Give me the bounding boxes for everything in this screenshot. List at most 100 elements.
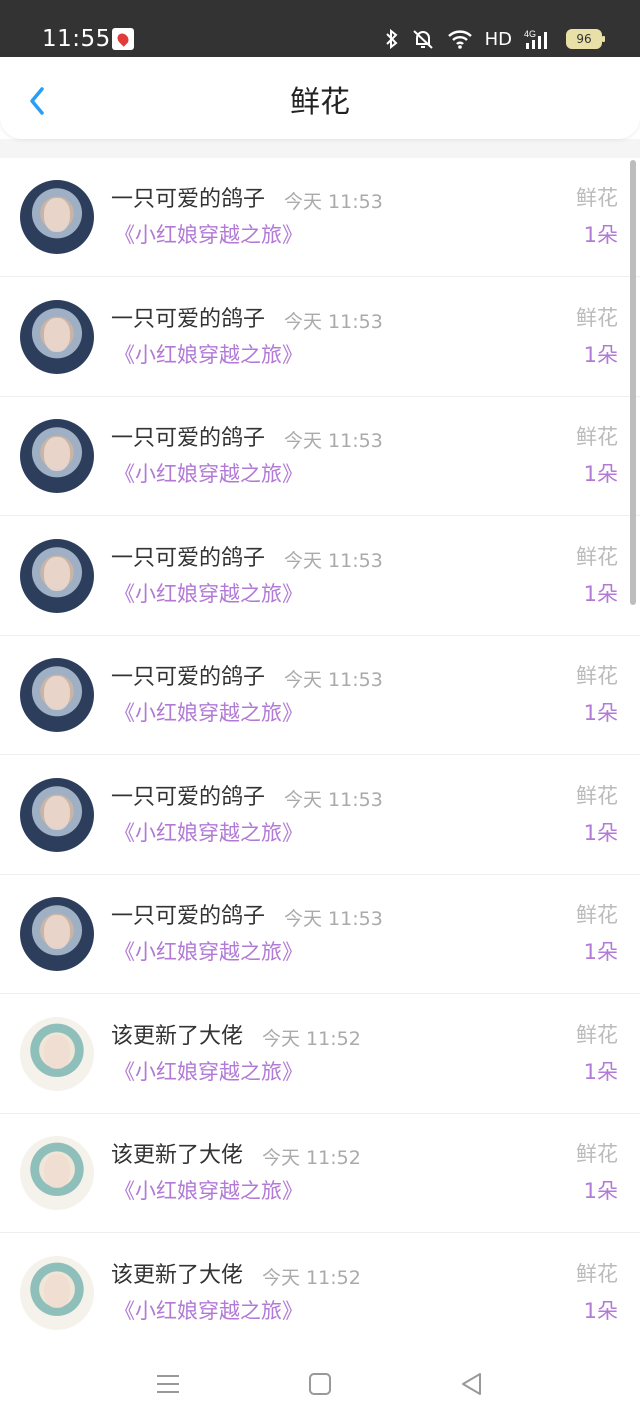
status-bar: 11:55 HD 4G 96 [0, 0, 640, 57]
gift-count: 1朵 [583, 342, 618, 367]
gift-count: 1朵 [583, 1298, 618, 1323]
user-name[interactable]: 一只可爱的鸽子 [111, 544, 265, 574]
avatar-face [44, 198, 70, 232]
page-title: 鲜花 [290, 85, 350, 120]
gift-type: 鲜花 [576, 1142, 618, 1166]
avatar[interactable] [20, 777, 94, 852]
back-triangle-icon[interactable] [458, 1370, 486, 1398]
avatar[interactable] [20, 419, 94, 493]
gift-list: 一只可爱的鸽子 今天 11:53 《小红娘穿越之旅》 鲜花 1朵 一只可爱的鸽子 今天 11… [0, 158, 640, 1338]
gift-count: 1朵 [583, 701, 618, 725]
gift-count: 1朵 [583, 1179, 618, 1203]
book-title[interactable]: 《小红娘穿越之旅》 [114, 1296, 303, 1326]
user-name[interactable]: 一只可爱的鸽子 [111, 424, 265, 454]
book-title[interactable]: 《小红娘穿越之旅》 [114, 698, 303, 728]
status-time: 11:55 [42, 26, 111, 52]
avatar-face [44, 1034, 70, 1069]
timestamp: 今天 11:53 [284, 191, 383, 213]
timestamp: 今天 11:53 [284, 908, 383, 930]
timestamp: 今天 11:53 [284, 549, 383, 572]
avatar[interactable] [20, 1255, 94, 1330]
gift-type: 鲜花 [576, 1261, 618, 1286]
network-label: HD [484, 28, 512, 50]
timestamp: 今天 11:52 [262, 1266, 361, 1289]
list-spacer [0, 139, 640, 158]
gift-type: 鲜花 [576, 783, 618, 808]
user-name[interactable]: 一只可爱的鸽子 [111, 902, 265, 932]
timestamp: 今天 11:53 [284, 310, 383, 333]
book-title[interactable]: 《小红娘穿越之旅》 [114, 579, 303, 609]
list-item[interactable]: 一只可爱的鸽子 今天 11:53 《小红娘穿越之旅》 鲜花 1朵 [0, 756, 640, 875]
gift-type: 鲜花 [576, 186, 618, 210]
avatar[interactable] [20, 180, 94, 254]
avatar[interactable] [20, 1016, 94, 1091]
timestamp: 今天 11:53 [284, 788, 383, 811]
avatar-face [44, 1154, 70, 1188]
app-notification-icon [112, 28, 134, 50]
timestamp: 今天 11:52 [262, 1027, 361, 1050]
list-item[interactable]: 该更新了大佬 今天 11:52 《小红娘穿越之旅》 鲜花 1朵 [0, 1234, 640, 1353]
user-name[interactable]: 一只可爱的鸽子 [111, 185, 265, 215]
timestamp: 今天 11:52 [262, 1147, 361, 1169]
list-item[interactable]: 该更新了大佬 今天 11:52 《小红娘穿越之旅》 鲜花 1朵 [0, 1114, 640, 1233]
gift-type: 鲜花 [576, 305, 618, 330]
avatar[interactable] [20, 897, 94, 971]
list-item[interactable]: 一只可爱的鸽子 今天 11:53 《小红娘穿越之旅》 鲜花 1朵 [0, 158, 640, 277]
gift-type: 鲜花 [576, 544, 618, 569]
scrollbar[interactable] [630, 160, 636, 605]
user-name[interactable]: 一只可爱的鸽子 [111, 305, 265, 335]
book-title[interactable]: 《小红娘穿越之旅》 [114, 818, 303, 848]
gift-type: 鲜花 [576, 664, 618, 688]
avatar-face [44, 317, 70, 352]
avatar-face [44, 795, 70, 830]
wifi-icon [447, 30, 472, 49]
gift-type: 鲜花 [576, 903, 618, 927]
book-title[interactable]: 《小红娘穿越之旅》 [114, 937, 303, 967]
timestamp: 今天 11:53 [284, 430, 383, 452]
avatar[interactable] [20, 538, 94, 613]
gift-count: 1朵 [583, 940, 618, 964]
gift-count: 1朵 [583, 1059, 618, 1084]
system-nav-bar [0, 1338, 640, 1422]
list-item[interactable]: 一只可爱的鸽子 今天 11:53 《小红娘穿越之旅》 鲜花 1朵 [0, 397, 640, 516]
book-title[interactable]: 《小红娘穿越之旅》 [114, 1176, 303, 1206]
menu-icon[interactable] [154, 1370, 182, 1398]
gift-type: 鲜花 [576, 425, 618, 449]
list-item[interactable]: 一只可爱的鸽子 今天 11:53 《小红娘穿越之旅》 鲜花 1朵 [0, 875, 640, 994]
avatar-face [44, 915, 70, 949]
avatar-face [44, 556, 70, 591]
user-name[interactable]: 该更新了大佬 [111, 1261, 243, 1291]
avatar-face [44, 1273, 70, 1308]
list-item[interactable]: 一只可爱的鸽子 今天 11:53 《小红娘穿越之旅》 鲜花 1朵 [0, 636, 640, 755]
avatar-face [44, 437, 70, 471]
book-title[interactable]: 《小红娘穿越之旅》 [114, 340, 303, 370]
timestamp: 今天 11:53 [284, 669, 383, 691]
signal-icon: 4G [524, 29, 547, 49]
list-item[interactable]: 一只可爱的鸽子 今天 11:53 《小红娘穿越之旅》 鲜花 1朵 [0, 278, 640, 397]
status-icons: HD 4G 96 [385, 26, 605, 52]
avatar[interactable] [20, 299, 94, 374]
user-name[interactable]: 该更新了大佬 [111, 1141, 243, 1171]
avatar[interactable] [20, 1136, 94, 1210]
user-name[interactable]: 一只可爱的鸽子 [111, 783, 265, 813]
gift-type: 鲜花 [576, 1022, 618, 1047]
mute-bell-icon [412, 30, 433, 49]
list-item[interactable]: 一只可爱的鸽子 今天 11:53 《小红娘穿越之旅》 鲜花 1朵 [0, 517, 640, 636]
user-name[interactable]: 该更新了大佬 [111, 1022, 243, 1052]
list-item[interactable]: 该更新了大佬 今天 11:52 《小红娘穿越之旅》 鲜花 1朵 [0, 995, 640, 1114]
header: 鲜花 [0, 57, 640, 139]
gift-count: 1朵 [583, 820, 618, 845]
avatar[interactable] [20, 658, 94, 732]
book-title[interactable]: 《小红娘穿越之旅》 [114, 459, 303, 489]
bluetooth-icon [385, 28, 398, 50]
book-title[interactable]: 《小红娘穿越之旅》 [114, 220, 303, 250]
user-name[interactable]: 一只可爱的鸽子 [111, 663, 265, 693]
book-title[interactable]: 《小红娘穿越之旅》 [114, 1057, 303, 1087]
gift-count: 1朵 [583, 223, 618, 247]
gift-count: 1朵 [583, 462, 618, 486]
avatar-face [44, 676, 70, 710]
gift-count: 1朵 [583, 581, 618, 606]
home-square-icon[interactable] [306, 1370, 334, 1398]
battery-indicator: 96 [566, 29, 605, 49]
svg-text:4G: 4G [524, 29, 536, 39]
